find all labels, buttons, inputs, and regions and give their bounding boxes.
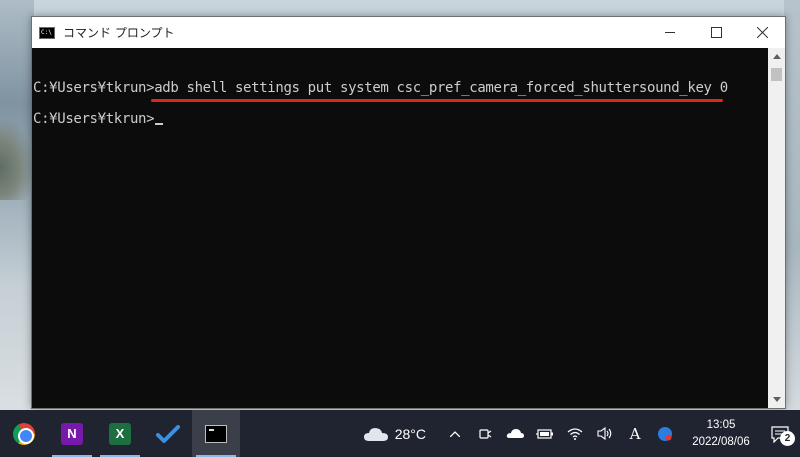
battery-icon <box>536 428 553 439</box>
show-hidden-icons-button[interactable] <box>444 410 466 457</box>
text-cursor <box>155 123 164 125</box>
command-prompt-icon[interactable] <box>39 26 55 39</box>
window-title: コマンド プロンプト <box>63 26 175 40</box>
weather-widget[interactable]: 28°C <box>363 425 426 443</box>
system-tray: 28°C A 13:05 2022/08/06 2 <box>363 410 800 457</box>
scrollbar-thumb[interactable] <box>771 68 782 81</box>
clock-date: 2022/08/06 <box>692 435 750 448</box>
weather-temperature: 28°C <box>394 425 426 442</box>
desktop-wallpaper-right <box>784 0 800 410</box>
command-highlight-underline <box>151 99 723 102</box>
ime-mode-indicator[interactable]: A <box>624 410 646 457</box>
meet-now-button[interactable] <box>474 410 496 457</box>
cloud-icon <box>363 427 388 441</box>
taskbar-app-todo[interactable] <box>144 410 192 457</box>
onenote-icon: N <box>61 422 83 445</box>
maximize-button[interactable] <box>693 17 739 48</box>
chevron-up-icon <box>450 430 460 437</box>
console-prompt: C:¥Users¥tkrun> <box>33 80 155 96</box>
edge-profile-button[interactable] <box>654 410 676 457</box>
minimize-button[interactable] <box>647 17 693 48</box>
scroll-up-button[interactable] <box>768 48 785 65</box>
chrome-icon <box>13 422 35 445</box>
edge-profile-icon <box>658 426 672 441</box>
maximize-icon <box>710 27 722 38</box>
battery-button[interactable] <box>534 410 556 457</box>
wallpaper-hill <box>0 120 34 200</box>
vertical-scrollbar[interactable] <box>768 48 785 408</box>
console-line-2: C:¥Users¥tkrun> <box>33 111 164 127</box>
minimize-icon <box>664 32 675 33</box>
volume-button[interactable] <box>594 410 616 457</box>
console-command: adb shell settings put system csc_pref_c… <box>154 80 728 96</box>
wifi-icon <box>567 428 583 440</box>
meet-now-icon <box>479 428 492 439</box>
clock-time: 13:05 <box>706 418 736 431</box>
taskbar-app-chrome[interactable] <box>0 410 48 457</box>
console-line-1: C:¥Users¥tkrun>adb shell settings put sy… <box>33 80 728 96</box>
cmd-icon <box>205 424 227 443</box>
title-bar[interactable]: コマンド プロンプト <box>32 17 785 48</box>
wifi-button[interactable] <box>564 410 586 457</box>
close-icon <box>756 27 768 38</box>
volume-icon <box>597 427 612 440</box>
excel-icon: X <box>109 422 131 445</box>
taskbar-app-command-prompt[interactable] <box>192 410 240 457</box>
onedrive-icon <box>506 429 524 438</box>
todo-icon <box>156 424 180 443</box>
command-prompt-window[interactable]: コマンド プロンプト C:¥Users¥tkrun>adb shell sett… <box>31 16 786 409</box>
taskbar: N X 28°C A 13:05 2022/08/06 2 <box>0 410 800 457</box>
scroll-down-button[interactable] <box>768 391 785 408</box>
chevron-up-icon <box>772 54 781 59</box>
notification-count-badge: 2 <box>780 431 795 446</box>
ime-icon: A <box>629 424 641 443</box>
console-prompt: C:¥Users¥tkrun> <box>33 111 155 127</box>
notification-center-button[interactable]: 2 <box>760 410 800 457</box>
taskbar-clock[interactable]: 13:05 2022/08/06 <box>682 417 760 451</box>
taskbar-app-onenote[interactable]: N <box>48 410 96 457</box>
console-output[interactable]: C:¥Users¥tkrun>adb shell settings put sy… <box>32 48 770 408</box>
desktop-wallpaper-left <box>0 0 34 410</box>
taskbar-app-excel[interactable]: X <box>96 410 144 457</box>
close-button[interactable] <box>739 17 785 48</box>
chevron-down-icon <box>772 397 781 402</box>
onedrive-button[interactable] <box>504 410 526 457</box>
